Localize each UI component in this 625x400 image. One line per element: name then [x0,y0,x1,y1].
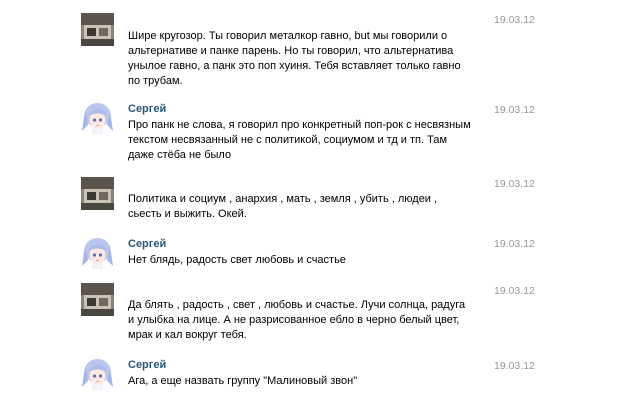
user-photo-avatar[interactable] [81,283,114,316]
message-text: Нет блядь, радость свет любовь и счастье [128,254,346,266]
message-date[interactable]: 19.03.12 [494,104,535,117]
message-date[interactable]: 19.03.12 [494,178,535,191]
author-name[interactable]: Сергей [128,103,166,116]
message-date[interactable]: 19.03.12 [494,14,535,27]
anime-girl-avatar[interactable] [81,236,114,269]
message-date[interactable]: 19.03.12 [494,238,535,251]
message-date[interactable]: 19.03.12 [494,285,535,298]
anime-girl-avatar[interactable] [81,357,114,390]
message-text: Шире кругозор. Ты говорил металкор гавно… [128,30,461,87]
user-photo-avatar[interactable] [81,13,114,46]
message-text: Политика и социум , анархия , мать , зем… [128,193,438,220]
message-text: Да блять , радость , свет , любовь и сча… [128,299,466,341]
message-text: Про панк не слова, я говорил про конкрет… [128,119,471,161]
author-name[interactable]: Сергей [128,359,166,372]
author-name[interactable]: Сергей [128,238,166,251]
user-photo-avatar[interactable] [81,177,114,210]
anime-girl-avatar[interactable] [81,101,114,134]
message-date[interactable]: 19.03.12 [494,360,535,373]
message-text: Ага, а еще назвать группу "Малиновый зво… [128,375,358,387]
